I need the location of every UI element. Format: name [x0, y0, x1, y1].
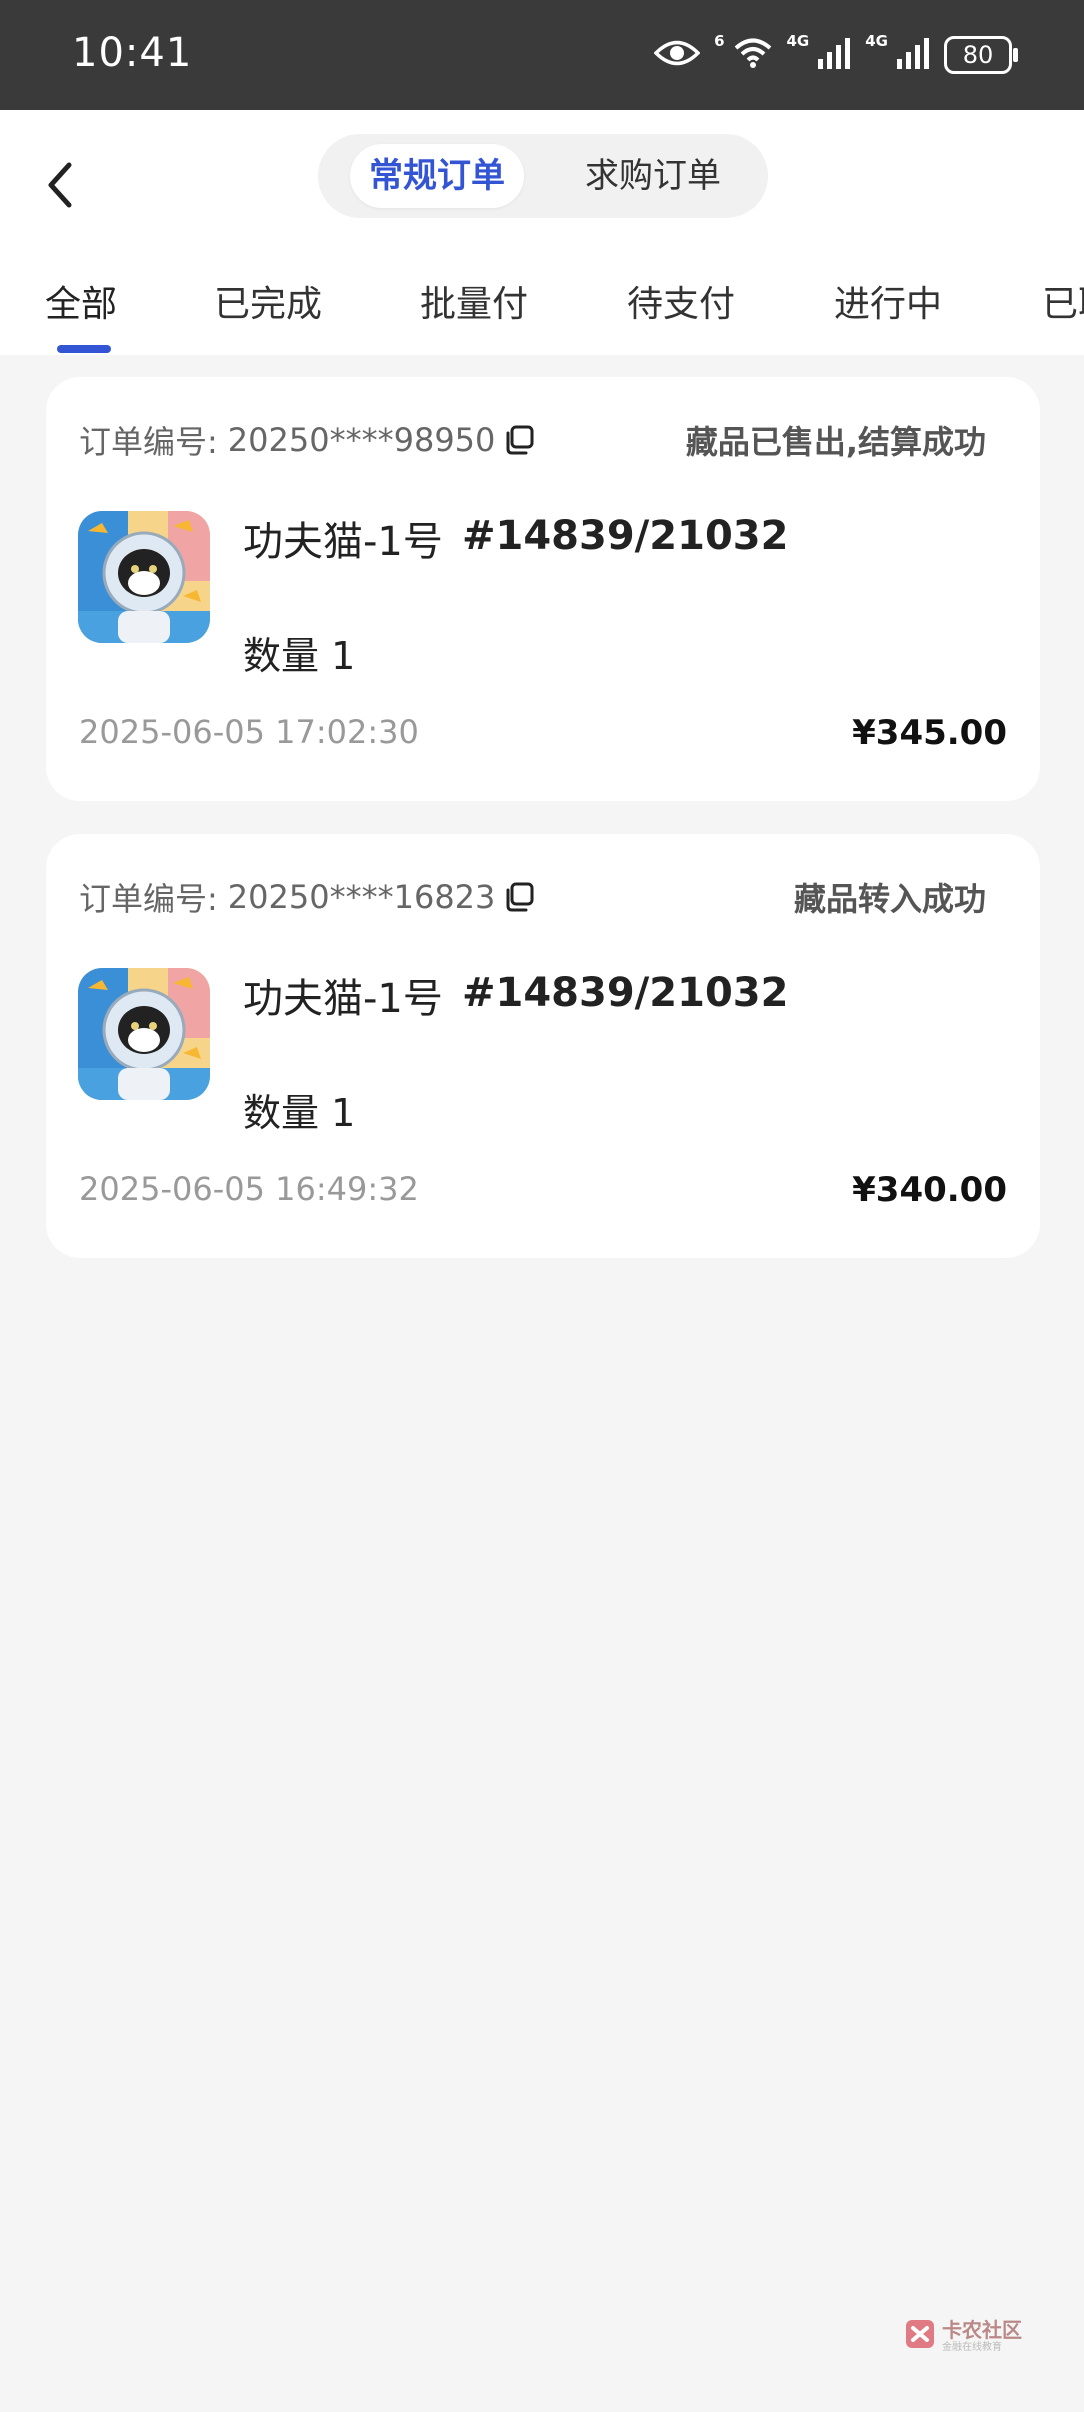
watermark-logo-icon — [904, 2318, 936, 2354]
order-status: 藏品转入成功 — [793, 880, 986, 918]
product-serial: #14839/21032 — [462, 970, 789, 1016]
order-type-switch: 常规订单 求购订单 — [318, 134, 768, 218]
tab-batch-pay[interactable]: 批量付 — [420, 275, 528, 327]
tab-cancelled[interactable]: 已取消 — [1042, 275, 1084, 327]
product-thumbnail — [78, 511, 210, 643]
product-serial: #14839/21032 — [462, 513, 789, 559]
battery-icon: 80 — [944, 36, 1018, 74]
order-price: ¥340.00 — [852, 1170, 1007, 1210]
segment-wanted-orders[interactable]: 求购订单 — [568, 144, 738, 208]
order-datetime: 2025-06-05 17:02:30 — [79, 713, 419, 751]
wifi-icon — [733, 37, 773, 73]
order-datetime: 2025-06-05 16:49:32 — [79, 1170, 419, 1208]
tab-indicator — [57, 345, 111, 353]
signal-label-1: 4G — [786, 32, 810, 50]
wifi-label: 6 — [714, 32, 725, 50]
watermark-text: 卡农社区 金融在线教育 — [942, 2320, 1022, 2353]
product-name: 功夫猫-1号 — [243, 519, 443, 565]
tab-in-progress[interactable]: 进行中 — [834, 275, 942, 327]
battery-level: 80 — [962, 41, 994, 69]
product-quantity: 数量 1 — [243, 634, 356, 678]
watermark: 卡农社区 金融在线教育 — [904, 2318, 1022, 2354]
tab-all[interactable]: 全部 — [45, 275, 117, 327]
status-time: 10:41 — [72, 30, 193, 76]
chevron-left-icon — [48, 162, 72, 208]
eye-icon — [653, 38, 701, 72]
order-number-label: 订单编号: — [79, 880, 218, 918]
tab-pending-payment[interactable]: 待支付 — [627, 275, 735, 327]
watermark-title: 卡农社区 — [942, 2317, 1022, 2342]
order-card[interactable]: 订单编号: 20250****16823 藏品转入成功 功夫猫-1号 #1483… — [46, 834, 1040, 1258]
order-status: 藏品已售出,结算成功 — [685, 423, 986, 461]
copy-icon[interactable] — [503, 424, 535, 456]
signal-icon-1 — [817, 37, 851, 73]
order-number-label: 订单编号: — [79, 423, 218, 461]
order-number-row: 订单编号: 20250****16823 — [79, 874, 535, 920]
watermark-subtitle: 金融在线教育 — [942, 2341, 1002, 2353]
order-card[interactable]: 订单编号: 20250****98950 藏品已售出,结算成功 功夫猫-1号 #… — [46, 377, 1040, 801]
copy-icon[interactable] — [503, 881, 535, 913]
order-number: 20250****98950 — [227, 421, 496, 459]
back-button[interactable] — [30, 150, 90, 220]
status-icons: 6 4G 4G 80 — [653, 28, 1018, 82]
product-thumbnail — [78, 968, 210, 1100]
order-price: ¥345.00 — [852, 713, 1007, 753]
product-quantity: 数量 1 — [243, 1091, 356, 1135]
segment-regular-orders[interactable]: 常规订单 — [350, 144, 524, 208]
status-tabs: 全部 已完成 批量付 待支付 进行中 已取消 — [0, 265, 1084, 355]
header: 常规订单 求购订单 全部 已完成 批量付 待支付 进行中 已取消 — [0, 110, 1084, 355]
product-name: 功夫猫-1号 — [243, 976, 443, 1022]
signal-icon-2 — [896, 37, 930, 73]
order-number-row: 订单编号: 20250****98950 — [79, 417, 535, 463]
status-bar: 10:41 6 4G 4G 80 — [0, 0, 1084, 110]
order-number: 20250****16823 — [227, 878, 496, 916]
signal-label-2: 4G — [865, 32, 888, 50]
tab-completed[interactable]: 已完成 — [214, 275, 322, 327]
